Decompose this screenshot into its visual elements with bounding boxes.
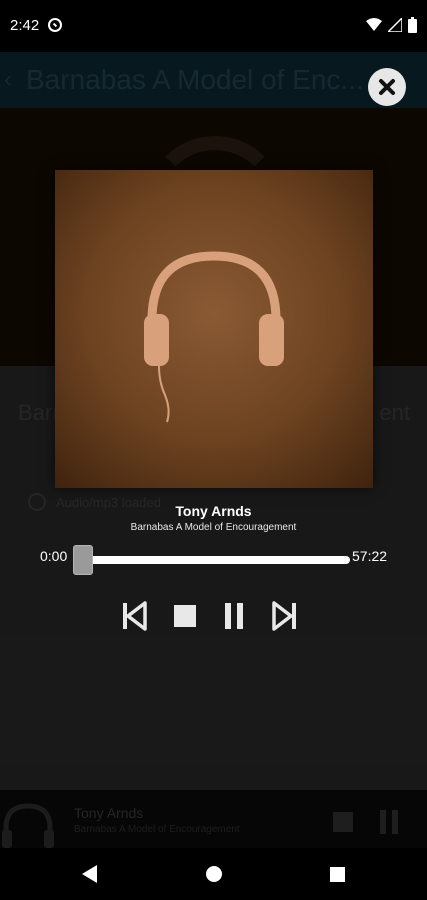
navigation-bar [0, 848, 427, 900]
next-button[interactable] [270, 598, 300, 634]
track-subtitle: Barnabas A Model of Encouragement [130, 522, 297, 533]
signal-icon [388, 18, 402, 32]
nav-recents-icon[interactable] [330, 867, 345, 882]
status-icons [366, 17, 417, 33]
close-icon [379, 79, 395, 95]
playback-controls [0, 598, 427, 634]
battery-icon [408, 17, 417, 33]
stop-button[interactable] [170, 598, 200, 634]
nav-back-icon[interactable] [82, 865, 97, 883]
nav-home-icon[interactable] [206, 866, 222, 882]
previous-button[interactable] [119, 598, 149, 634]
status-bar: 2:42 [0, 0, 427, 52]
status-time: 2:42 [10, 17, 40, 34]
pause-button[interactable] [220, 598, 250, 634]
stop-icon [174, 605, 196, 627]
seek-handle[interactable] [73, 545, 93, 575]
headphones-icon [144, 251, 284, 423]
track-artist: Tony Arnds [175, 503, 252, 519]
album-artwork [55, 170, 373, 488]
next-icon [272, 601, 296, 631]
current-time: 0:00 [40, 548, 68, 564]
seek-bar[interactable] [80, 556, 350, 564]
close-button[interactable] [368, 68, 406, 106]
previous-icon [123, 601, 147, 631]
wifi-icon [366, 18, 382, 31]
do-not-disturb-icon [48, 18, 62, 32]
total-time: 57:22 [352, 548, 388, 564]
pause-icon [225, 603, 243, 629]
